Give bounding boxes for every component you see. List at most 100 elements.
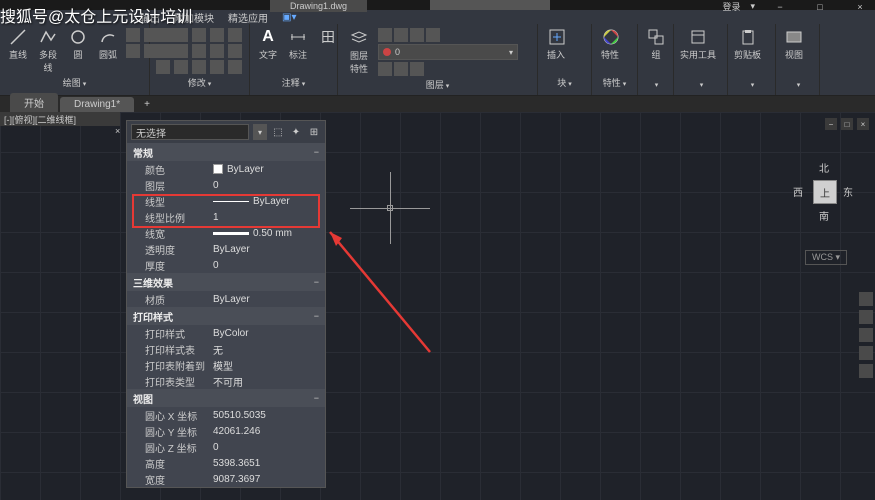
transparency-row[interactable]: 透明度 ByLayer	[127, 241, 325, 257]
text-icon: A	[259, 28, 277, 46]
cx-row[interactable]: 圆心 X 坐标 50510.5035	[127, 407, 325, 423]
collapse-icon: −	[314, 277, 319, 287]
maximize-icon[interactable]: □	[805, 2, 835, 12]
view-group-label[interactable]: ▾	[782, 77, 813, 91]
properties-panel: 无选择 ▾ ⬚ ✦ ⊞ 常规 − 颜色 ByLayer 图层 0 线型 ByLa…	[126, 120, 326, 488]
linetype-row[interactable]: 线型 ByLayer	[127, 193, 325, 209]
canvas-min-icon[interactable]: −	[825, 118, 837, 130]
layer-tool-5[interactable]	[378, 62, 392, 76]
nav-toolbar	[859, 292, 875, 378]
cz-row[interactable]: 圆心 Z 坐标 0	[127, 439, 325, 455]
util-tool[interactable]: 实用工具	[680, 28, 716, 61]
view-tool[interactable]: 视图	[782, 28, 806, 61]
width-row[interactable]: 宽度 9087.3697	[127, 471, 325, 487]
group-tool[interactable]: 组	[644, 28, 668, 61]
material-row[interactable]: 材质 ByLayer	[127, 291, 325, 307]
plotattach-row[interactable]: 打印表附着到 模型	[127, 357, 325, 373]
block-group-label[interactable]: 块▾	[544, 74, 585, 91]
dropdown-arrow-icon: ▾	[509, 48, 513, 57]
plottable-row[interactable]: 打印样式表 无	[127, 341, 325, 357]
nav-tool-3[interactable]	[859, 328, 873, 342]
layer-props-tool[interactable]: 图层 特性	[344, 29, 374, 75]
layer-tool-2[interactable]	[394, 28, 408, 42]
modify-tools[interactable]	[156, 28, 244, 74]
line-icon	[9, 28, 27, 46]
menu-expand-icon[interactable]: ▣▾	[282, 12, 296, 23]
nav-tool-5[interactable]	[859, 364, 873, 378]
ltscale-row[interactable]: 线型比例 1	[127, 209, 325, 225]
thickness-row[interactable]: 厚度 0	[127, 257, 325, 273]
layer-tool-7[interactable]	[410, 62, 424, 76]
search-input[interactable]	[430, 0, 550, 10]
viewcube-north[interactable]: 北	[819, 160, 829, 175]
props-tool[interactable]: 特性	[598, 28, 622, 61]
arc-tool[interactable]: 圆弧	[96, 28, 120, 61]
polyline-tool[interactable]: 多段线	[36, 28, 60, 74]
text-tool[interactable]: A 文字	[256, 28, 280, 61]
nav-tool-4[interactable]	[859, 346, 873, 360]
modify-group-label[interactable]: 修改▾	[156, 74, 243, 91]
pickset-icon[interactable]: ✦	[289, 125, 303, 139]
wcs-label[interactable]: WCS ▾	[805, 250, 847, 265]
layer-tool-6[interactable]	[394, 62, 408, 76]
login-dropdown-icon[interactable]: ▾	[750, 1, 755, 12]
color-row[interactable]: 颜色 ByLayer	[127, 161, 325, 177]
minimize-icon[interactable]: −	[765, 2, 795, 12]
selection-dropdown-arrow-icon[interactable]: ▾	[253, 124, 267, 140]
add-tab-icon[interactable]: +	[136, 97, 158, 112]
insert-icon	[547, 28, 565, 46]
watermark-text: 搜狐号@太仓上元设计培训	[0, 3, 192, 27]
menu-featured[interactable]: 精选应用	[228, 10, 268, 25]
viewcube-west[interactable]: 西	[793, 184, 803, 199]
plotstyle-row[interactable]: 打印样式 ByColor	[127, 325, 325, 341]
annotate-group-label[interactable]: 注释▾	[256, 74, 331, 91]
view-section-header[interactable]: 视图 −	[127, 389, 325, 407]
layer-tool-3[interactable]	[410, 28, 424, 42]
selection-dropdown[interactable]: 无选择	[131, 124, 249, 140]
dim-tool[interactable]: 标注	[286, 28, 310, 61]
layer-tool-4[interactable]	[426, 28, 440, 42]
layer-row[interactable]: 图层 0	[127, 177, 325, 193]
insert-tool[interactable]: 插入	[544, 28, 568, 61]
line-tool[interactable]: 直线	[6, 28, 30, 61]
canvas-area[interactable]: [-][俯视][二维线框] × − □ × 无选择 ▾ ⬚ ✦ ⊞ 常规 − 颜…	[0, 112, 875, 500]
viewcube-south[interactable]: 南	[819, 208, 829, 223]
layer-dropdown[interactable]: 0 ▾	[378, 44, 518, 60]
filename-tab[interactable]: Drawing1.dwg	[270, 0, 367, 12]
arc-icon	[99, 28, 117, 46]
viewcube-east[interactable]: 东	[843, 184, 853, 199]
table-tool[interactable]: 田	[316, 28, 340, 46]
viewcube[interactable]: 北 南 西 东 上	[795, 162, 855, 222]
canvas-max-icon[interactable]: □	[841, 118, 853, 130]
doc-tabs: 开始 Drawing1* +	[0, 96, 875, 112]
layer-group-label[interactable]: 图层▾	[344, 76, 531, 93]
circle-tool[interactable]: 圆	[66, 28, 90, 61]
draw-group-label[interactable]: 绘图▾	[6, 74, 143, 91]
canvas-close-icon[interactable]: ×	[857, 118, 869, 130]
close-icon[interactable]: ×	[845, 2, 875, 12]
login-button[interactable]: 登录	[722, 0, 740, 13]
drawing-tab[interactable]: Drawing1*	[60, 97, 134, 112]
quick-select-icon[interactable]: ⬚	[271, 125, 285, 139]
nav-tool-2[interactable]	[859, 310, 873, 324]
start-tab[interactable]: 开始	[10, 93, 58, 112]
nav-tool-1[interactable]	[859, 292, 873, 306]
quickcalc-icon[interactable]: ⊞	[307, 125, 321, 139]
view-label[interactable]: [-][俯视][二维线框]	[0, 112, 120, 126]
group-group-label[interactable]: ▾	[644, 77, 667, 91]
height-row[interactable]: 高度 5398.3651	[127, 455, 325, 471]
threed-section-header[interactable]: 三维效果 −	[127, 273, 325, 291]
lineweight-row[interactable]: 线宽 0.50 mm	[127, 225, 325, 241]
lineweight-preview	[213, 232, 249, 235]
general-section-header[interactable]: 常规 −	[127, 143, 325, 161]
cy-row[interactable]: 圆心 Y 坐标 42061.246	[127, 423, 325, 439]
clip-group-label[interactable]: ▾	[734, 77, 769, 91]
clipboard-tool[interactable]: 剪贴板	[734, 28, 761, 61]
util-group-label[interactable]: ▾	[680, 77, 721, 91]
props-group-label[interactable]: 特性▾	[598, 74, 631, 91]
layer-tool-1[interactable]	[378, 28, 392, 42]
plottype-row[interactable]: 打印表类型 不可用	[127, 373, 325, 389]
plot-section-header[interactable]: 打印样式 −	[127, 307, 325, 325]
panel-close-icon[interactable]: ×	[115, 126, 120, 136]
viewcube-top-face[interactable]: 上	[813, 180, 837, 204]
